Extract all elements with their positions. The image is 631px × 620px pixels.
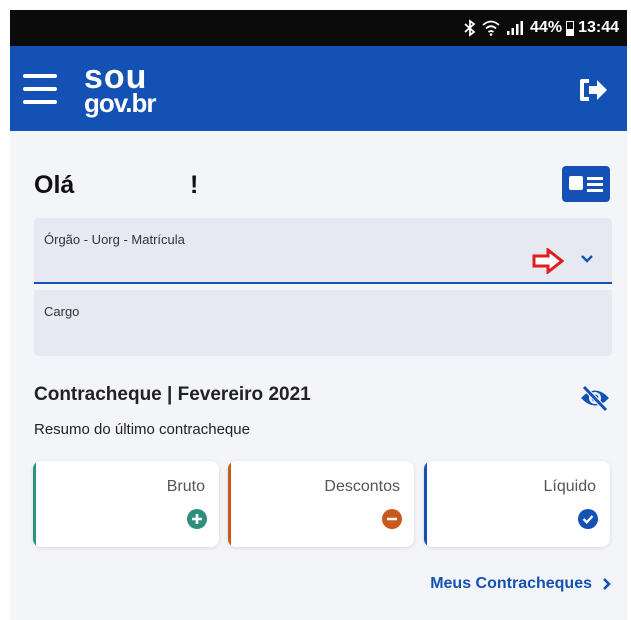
minus-circle-icon[interactable] xyxy=(382,509,402,529)
chevron-right-icon xyxy=(603,578,611,590)
app-screen: 44% 13:44 sou gov.br Olá ! Órgão - Uorg … xyxy=(10,10,627,620)
orgao-uorg-matricula-select[interactable]: Órgão - Uorg - Matrícula xyxy=(34,218,612,284)
eye-off-icon[interactable] xyxy=(578,384,612,412)
bluetooth-icon xyxy=(464,19,476,37)
red-arrow-icon xyxy=(532,248,564,274)
id-card-icon[interactable] xyxy=(562,166,610,202)
logo-gov-text: gov.br xyxy=(84,88,157,118)
battery-percent: 44% xyxy=(530,19,563,36)
signal-icon xyxy=(507,21,524,35)
battery-icon xyxy=(566,20,575,36)
meus-contracheques-label: Meus Contracheques xyxy=(430,575,592,592)
check-circle-icon[interactable] xyxy=(578,509,598,529)
clock: 13:44 xyxy=(578,19,619,36)
govbr-logo: sou gov.br xyxy=(84,60,157,118)
descontos-card[interactable]: Descontos xyxy=(228,461,414,547)
liquido-card[interactable]: Líquido xyxy=(424,461,610,547)
card-accent-bar xyxy=(33,461,36,547)
contracheque-subtitle: Resumo do último contracheque xyxy=(34,421,250,438)
descontos-label: Descontos xyxy=(324,478,400,495)
card-accent-bar xyxy=(424,461,427,547)
greeting-text: Olá xyxy=(34,171,75,199)
cargo-field-label: Cargo xyxy=(44,304,80,319)
contracheque-title: Contracheque | Fevereiro 2021 xyxy=(34,384,311,405)
liquido-label: Líquido xyxy=(543,478,597,495)
cargo-field: Cargo xyxy=(34,290,612,356)
card-accent-bar xyxy=(228,461,231,547)
wifi-icon xyxy=(482,20,500,36)
status-icons: 44% 13:44 xyxy=(464,10,627,46)
greeting-exclamation: ! xyxy=(190,171,199,199)
meus-contracheques-link[interactable]: Meus Contracheques xyxy=(430,575,611,593)
chevron-down-icon[interactable] xyxy=(580,254,594,264)
status-bar: 44% 13:44 xyxy=(10,10,627,46)
orgao-field-label: Órgão - Uorg - Matrícula xyxy=(44,232,185,247)
bruto-label: Bruto xyxy=(166,478,205,495)
bruto-card[interactable]: Bruto xyxy=(33,461,219,547)
app-header: sou gov.br xyxy=(10,46,627,131)
plus-circle-icon[interactable] xyxy=(187,509,207,529)
hamburger-menu-icon[interactable] xyxy=(23,74,57,104)
logout-icon[interactable] xyxy=(577,76,609,104)
